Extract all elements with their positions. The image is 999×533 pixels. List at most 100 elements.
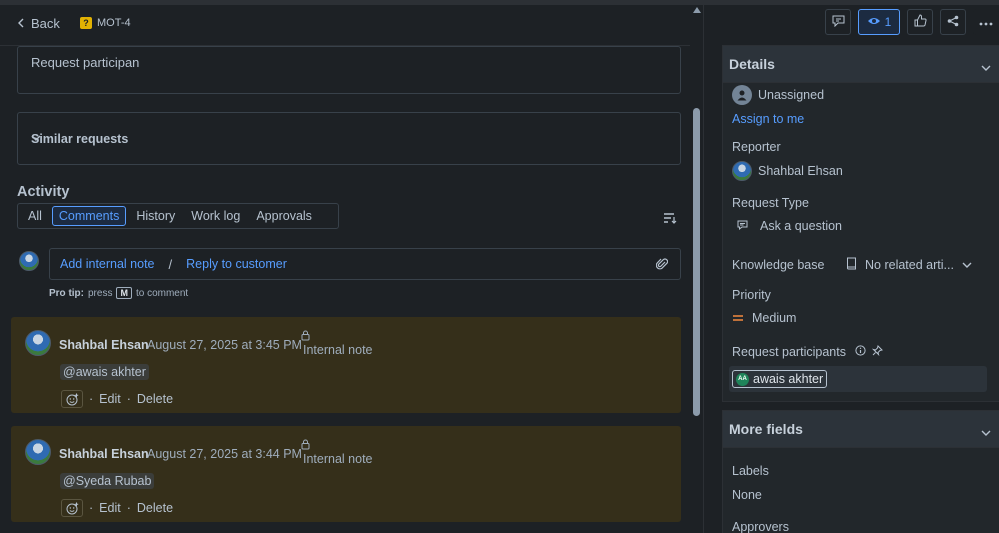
comment-timestamp[interactable]: August 27, 2025 at 3:44 PM	[147, 447, 302, 461]
share-icon	[947, 15, 959, 30]
activity-tabs: All Comments History Work log Approvals	[17, 203, 339, 229]
tab-history[interactable]: History	[130, 207, 181, 225]
action-dot: ·	[89, 501, 94, 515]
assign-to-me-link[interactable]: Assign to me	[732, 112, 804, 126]
pin-icon[interactable]	[871, 345, 883, 359]
pro-tip-rest: to comment	[135, 287, 189, 299]
sort-icon[interactable]	[663, 212, 677, 227]
scrollbar[interactable]	[690, 5, 703, 533]
thumbs-up-icon	[914, 14, 927, 30]
attachment-icon[interactable]	[655, 257, 669, 274]
more-actions-button[interactable]	[973, 9, 999, 35]
more-horizontal-icon	[979, 15, 993, 29]
add-internal-note-button[interactable]: Add internal note	[60, 257, 155, 271]
watch-count: 1	[884, 15, 892, 29]
tab-approvals[interactable]: Approvals	[250, 207, 318, 225]
feedback-button[interactable]	[825, 9, 851, 35]
question-type-icon: ?	[80, 17, 92, 29]
composer-separator: /	[168, 256, 173, 272]
priority-field[interactable]: Medium	[732, 311, 796, 325]
pro-tip: Pro tip: press M to comment	[49, 287, 188, 299]
delete-comment-button[interactable]: Delete	[137, 392, 173, 406]
tab-work-log[interactable]: Work log	[185, 207, 246, 225]
request-type-field[interactable]: Ask a question	[737, 219, 842, 233]
priority-value: Medium	[752, 311, 797, 325]
add-reaction-icon[interactable]	[61, 390, 83, 408]
participants-field[interactable]: AA awais akhter	[729, 366, 987, 392]
request-type-label: Request Type	[732, 196, 809, 210]
description-field[interactable]: Request participan	[17, 46, 681, 94]
reporter-field[interactable]: Shahbal Ehsan	[732, 161, 843, 181]
tab-comments[interactable]: Comments	[51, 206, 127, 226]
labels-value[interactable]: None	[732, 488, 762, 502]
scroll-up-arrow-icon[interactable]	[693, 7, 701, 13]
back-label: Back	[31, 16, 60, 31]
comment-actions: · Edit · Delete	[61, 390, 173, 408]
watch-button[interactable]: 1	[858, 9, 900, 35]
participants-header: Request participants	[732, 345, 883, 359]
edit-comment-button[interactable]: Edit	[99, 392, 121, 406]
edit-comment-button[interactable]: Edit	[99, 501, 121, 515]
breadcrumb-ticket[interactable]: ? MOT-4	[80, 17, 131, 29]
chevron-down-icon	[981, 59, 991, 75]
unassigned-avatar-icon	[732, 85, 752, 105]
more-fields-panel: More fields Labels None Approvers	[722, 410, 999, 533]
priority-label: Priority	[732, 288, 771, 302]
labels-label: Labels	[732, 464, 769, 478]
details-header[interactable]: Details	[723, 46, 999, 83]
participants-label: Request participants	[732, 345, 846, 359]
chevron-down-icon	[981, 424, 991, 440]
action-dot: ·	[89, 392, 94, 406]
lock-icon	[301, 438, 310, 453]
user-mention[interactable]: @Syeda Rubab	[60, 473, 155, 489]
back-button[interactable]: Back	[17, 16, 60, 31]
description-text: Request participan	[31, 55, 140, 70]
info-icon[interactable]	[855, 345, 866, 359]
details-panel: Details Unassigned Assign to me Reporter…	[722, 45, 999, 402]
sidebar-pane: 1 Details Unassigned Assign to me Report…	[703, 5, 999, 533]
priority-medium-icon	[732, 311, 744, 325]
approvers-label: Approvers	[732, 520, 789, 533]
share-button[interactable]	[940, 9, 966, 35]
chevron-down-icon	[962, 258, 972, 272]
pro-tip-label: Pro tip:	[49, 287, 84, 299]
assignee-field[interactable]: Unassigned	[732, 85, 824, 105]
delete-comment-button[interactable]: Delete	[137, 501, 173, 515]
comment-author[interactable]: Shahbal Ehsan	[59, 447, 149, 461]
action-dot: ·	[126, 501, 131, 515]
details-title: Details	[729, 56, 775, 72]
knowledge-base-dropdown[interactable]: No related arti...	[846, 257, 972, 273]
comment-card: Shahbal Ehsan August 27, 2025 at 3:45 PM…	[11, 317, 681, 413]
comment-author-avatar[interactable]	[25, 330, 51, 356]
comment-author-avatar[interactable]	[25, 439, 51, 465]
action-dot: ·	[126, 392, 131, 406]
more-fields-title: More fields	[729, 421, 803, 437]
reply-to-customer-button[interactable]: Reply to customer	[186, 257, 287, 271]
eye-icon	[867, 15, 881, 29]
reporter-label: Reporter	[732, 140, 781, 154]
request-type-value: Ask a question	[760, 219, 842, 233]
comment-timestamp[interactable]: August 27, 2025 at 3:45 PM	[147, 338, 302, 352]
vote-button[interactable]	[907, 9, 933, 35]
knowledge-base-label: Knowledge base	[732, 258, 825, 272]
pro-tip-press: press	[88, 287, 113, 299]
activity-heading: Activity	[17, 184, 70, 200]
similar-requests-panel[interactable]: Similar requests	[17, 112, 681, 165]
book-icon	[846, 257, 857, 273]
chevron-left-icon	[17, 16, 25, 31]
issue-toolbar: 1	[825, 9, 999, 35]
comment-actions: · Edit · Delete	[61, 499, 173, 517]
user-mention[interactable]: @awais akhter	[60, 364, 149, 380]
internal-note-label: Internal note	[303, 343, 373, 357]
comment-composer[interactable]: Add internal note / Reply to customer	[49, 248, 681, 280]
more-fields-header[interactable]: More fields	[723, 411, 999, 448]
scrollbar-thumb[interactable]	[693, 108, 700, 416]
add-reaction-icon[interactable]	[61, 499, 83, 517]
assignee-value: Unassigned	[758, 88, 825, 102]
tab-all[interactable]: All	[22, 207, 48, 225]
participant-chip[interactable]: AA awais akhter	[732, 370, 828, 388]
participant-name: awais akhter	[753, 372, 824, 386]
knowledge-base-value: No related arti...	[865, 258, 954, 272]
shortcut-key: M	[116, 287, 132, 299]
comment-author[interactable]: Shahbal Ehsan	[59, 338, 149, 352]
